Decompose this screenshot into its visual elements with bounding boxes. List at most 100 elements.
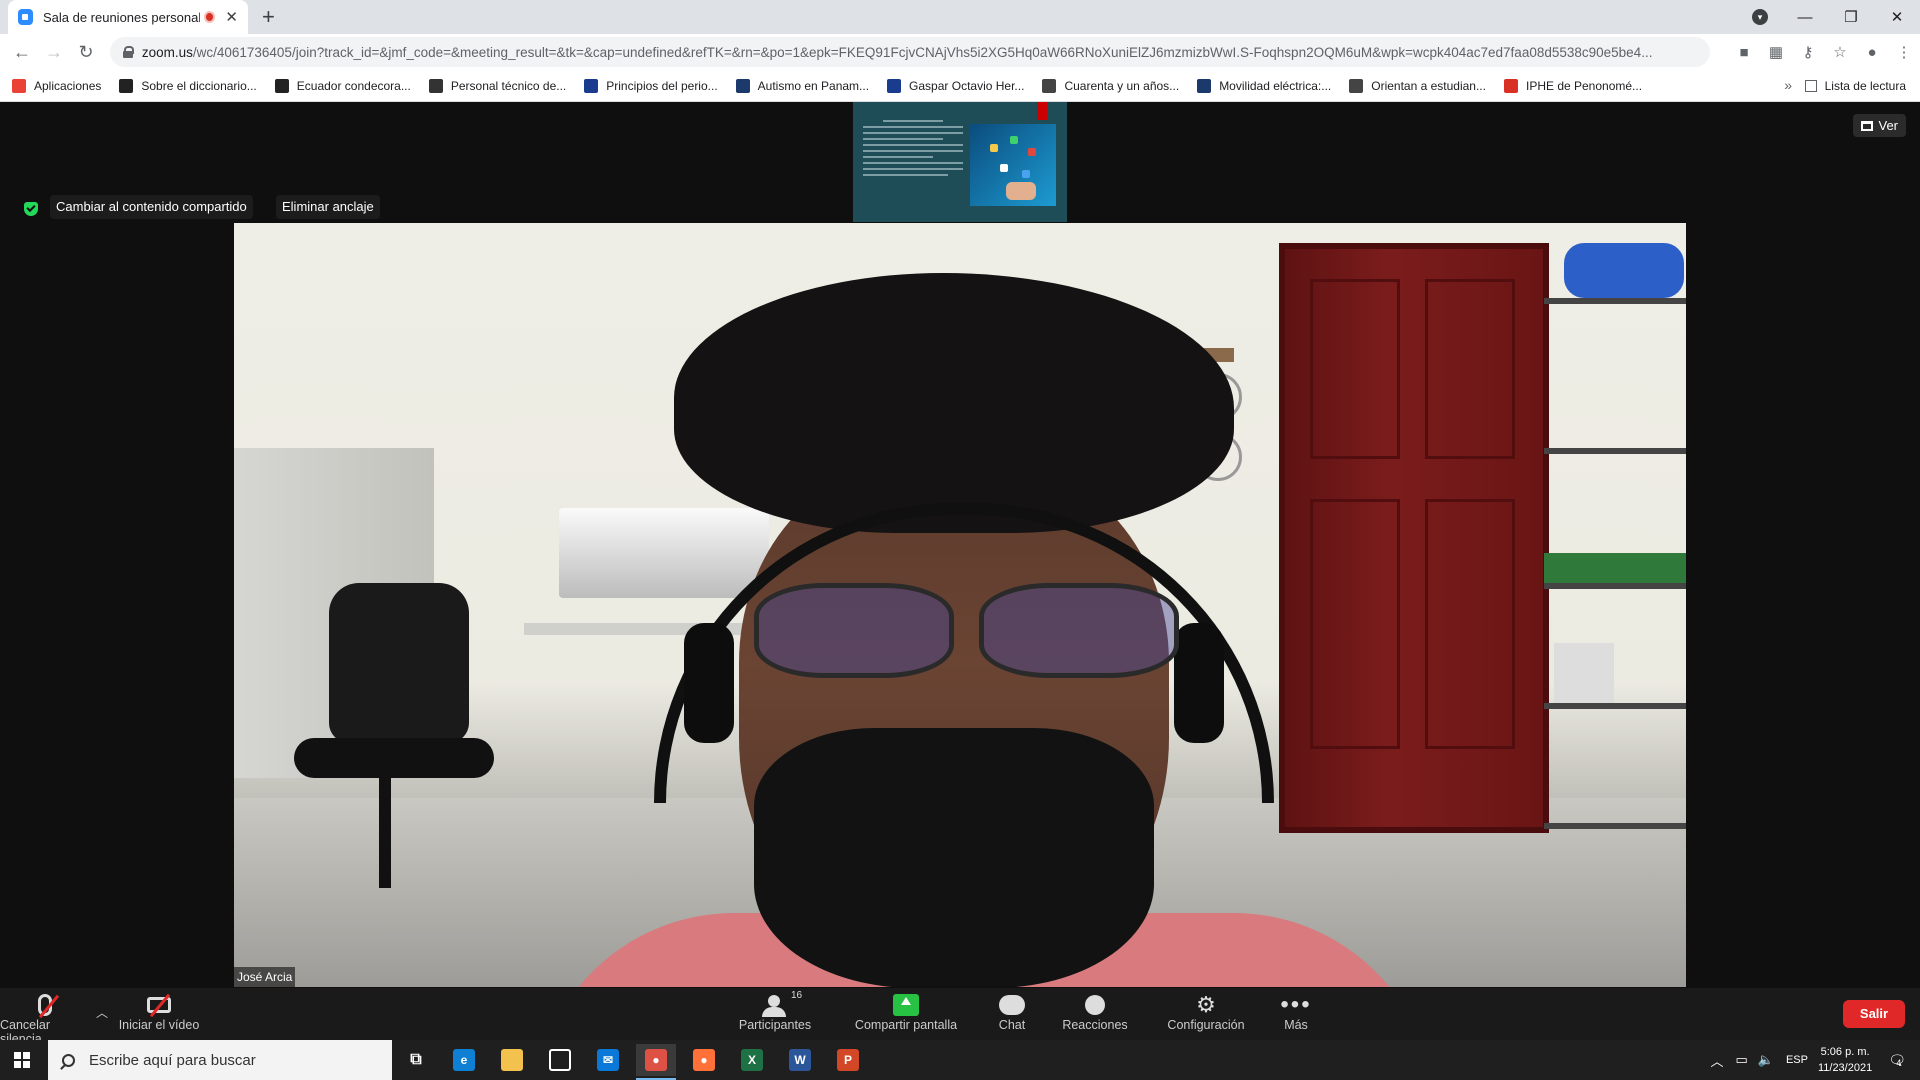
tab-zoom-meeting[interactable]: Sala de reuniones personales ✕ xyxy=(8,0,248,34)
qr-code-icon[interactable]: ▦ xyxy=(1760,43,1792,61)
browser-tabstrip: Sala de reuniones personales ✕ + ▾ — ❐ ✕ xyxy=(0,0,1920,34)
network-icon[interactable]: ▭ xyxy=(1735,1052,1747,1068)
taskbar-app[interactable]: e xyxy=(444,1044,484,1076)
view-button[interactable]: Ver xyxy=(1853,114,1906,137)
clock-time: 5:06 p. m. xyxy=(1820,1046,1870,1058)
volume-icon[interactable]: 🔈 xyxy=(1758,1052,1774,1068)
tab-search-icon[interactable]: ▾ xyxy=(1752,9,1768,25)
taskbar-app[interactable]: P xyxy=(828,1044,868,1076)
participants-label: Participantes xyxy=(738,1018,812,1032)
camera-off-icon xyxy=(147,993,171,1018)
chrome-icon: ● xyxy=(645,1049,667,1071)
restore-icon[interactable]: ❐ xyxy=(1828,8,1874,26)
shared-content-thumbnail[interactable] xyxy=(853,102,1067,222)
notifications-icon[interactable]: 🗨 4 xyxy=(1888,1052,1906,1069)
windows-start-icon[interactable] xyxy=(14,1052,30,1068)
taskbar-app[interactable]: ● xyxy=(636,1044,676,1080)
close-window-icon[interactable]: ✕ xyxy=(1874,8,1920,26)
unmute-button[interactable]: Cancelar silencia xyxy=(0,992,90,1046)
clock-date: 11/23/2021 xyxy=(1817,1062,1873,1074)
mail-icon: ✉ xyxy=(597,1049,619,1071)
taskbar-app[interactable] xyxy=(540,1044,580,1076)
taskbar-app[interactable]: W xyxy=(780,1044,820,1076)
meeting-controls-bar: Cancelar silencia ︿ Iniciar el vídeo 16 … xyxy=(0,988,1920,1046)
excel-icon: X xyxy=(741,1049,763,1071)
participants-icon xyxy=(762,995,788,1017)
gear-icon: ⚙ xyxy=(1196,992,1216,1017)
chat-button[interactable]: Chat xyxy=(990,992,1034,1032)
camera-icon[interactable]: ■ xyxy=(1728,44,1760,61)
more-button[interactable]: ••• Más xyxy=(1276,992,1316,1033)
encryption-shield-icon[interactable] xyxy=(24,202,38,216)
taskbar-app[interactable]: ● xyxy=(684,1044,724,1076)
start-video-button[interactable]: Iniciar el vídeo xyxy=(114,992,204,1032)
view-label: Ver xyxy=(1878,118,1898,133)
menu-icon[interactable]: ⋮ xyxy=(1888,43,1920,61)
store-icon xyxy=(549,1049,571,1071)
tray-overflow-icon[interactable]: ︿ xyxy=(1710,1051,1723,1070)
search-icon xyxy=(62,1053,75,1067)
bookmark-label: Orientan a estudian... xyxy=(1371,78,1486,93)
taskbar-search-box[interactable]: Escribe aquí para buscar xyxy=(48,1040,392,1080)
address-bar[interactable]: zoom.us/wc/4061736405/join?track_id=&jmf… xyxy=(110,37,1710,67)
bookmark-item[interactable]: Orientan a estudian... xyxy=(1349,78,1486,93)
taskbar-app[interactable]: ⧉ xyxy=(396,1044,436,1076)
slide-phone-image xyxy=(970,124,1056,206)
flag-icon xyxy=(887,78,902,93)
video-chair-base xyxy=(379,778,391,888)
leave-button[interactable]: Salir xyxy=(1843,1000,1905,1028)
lock-icon[interactable] xyxy=(122,46,134,58)
audio-options-caret-icon[interactable]: ︿ xyxy=(96,1004,108,1021)
bookmark-item[interactable]: IPHE de Penonomé... xyxy=(1503,78,1642,93)
bookmarks-overflow-icon[interactable]: » xyxy=(1784,77,1792,93)
video-chair-seat xyxy=(294,738,494,778)
participants-count: 16 xyxy=(791,990,803,1001)
slide-red-mark xyxy=(1037,102,1047,120)
taskbar-app[interactable] xyxy=(492,1044,532,1076)
bookmark-label: Personal técnico de... xyxy=(450,78,567,93)
key-icon[interactable]: ⚷ xyxy=(1792,43,1824,61)
bookmark-item[interactable]: Sobre el diccionario... xyxy=(119,78,257,93)
bookmark-item[interactable]: Aplicaciones xyxy=(12,78,101,93)
zoom-favicon-icon xyxy=(18,9,33,25)
bookmark-item[interactable]: Ecuador condecora... xyxy=(274,78,411,93)
start-video-label: Iniciar el vídeo xyxy=(118,1018,200,1032)
settings-button[interactable]: ⚙ Configuración xyxy=(1164,992,1248,1033)
video-person-glasses xyxy=(734,583,1204,693)
new-tab-icon[interactable]: + xyxy=(262,4,275,30)
bookmark-label: Principios del perio... xyxy=(606,78,718,93)
bookmark-label: Ecuador condecora... xyxy=(296,78,411,93)
back-icon[interactable]: ← xyxy=(6,42,38,63)
bookmark-item[interactable]: Cuarenta y un años... xyxy=(1042,78,1180,93)
clock[interactable]: 5:06 p. m. 11/23/2021 xyxy=(1818,1044,1872,1076)
b-icon xyxy=(428,78,443,93)
bookmark-item[interactable]: Autismo en Panam... xyxy=(735,78,870,93)
taskbar-app[interactable]: ✉ xyxy=(588,1044,628,1076)
profile-icon[interactable]: ● xyxy=(1856,44,1888,61)
e-icon xyxy=(1349,78,1364,93)
view-grid-icon xyxy=(1861,120,1874,131)
bookmark-label: Autismo en Panam... xyxy=(757,78,870,93)
taskbar-app[interactable]: X xyxy=(732,1044,772,1076)
bookmark-label: Cuarenta y un años... xyxy=(1064,78,1180,93)
reading-list[interactable]: Lista de lectura xyxy=(1804,70,1906,102)
language-indicator[interactable]: ESP xyxy=(1786,1054,1808,1066)
task-view-icon: ⧉ xyxy=(405,1049,427,1071)
video-person-mask xyxy=(754,728,1154,987)
forward-icon[interactable]: → xyxy=(38,42,70,63)
reload-icon[interactable]: ↻ xyxy=(70,42,102,63)
reactions-button[interactable]: Reacciones xyxy=(1060,992,1130,1032)
bookmark-item[interactable]: Gaspar Octavio Her... xyxy=(887,78,1024,93)
tab-close-icon[interactable]: ✕ xyxy=(225,8,238,26)
bookmark-item[interactable]: Principios del perio... xyxy=(584,78,718,93)
bookmark-item[interactable]: Personal técnico de... xyxy=(428,78,567,93)
url-text[interactable]: zoom.us/wc/4061736405/join?track_id=&jmf… xyxy=(142,45,1710,60)
minimize-icon[interactable]: — xyxy=(1782,9,1828,26)
share-screen-button[interactable]: Compartir pantalla xyxy=(848,992,964,1032)
participants-button[interactable]: 16 Participantes xyxy=(735,990,815,1032)
bookmark-item[interactable]: Movilidad eléctrica:... xyxy=(1197,78,1331,93)
reading-list-icon xyxy=(1804,80,1817,92)
star-icon[interactable]: ☆ xyxy=(1824,43,1856,61)
switch-to-shared-content-button[interactable]: Cambiar al contenido compartido xyxy=(50,195,253,219)
unpin-button[interactable]: Eliminar anclaje xyxy=(276,195,380,219)
